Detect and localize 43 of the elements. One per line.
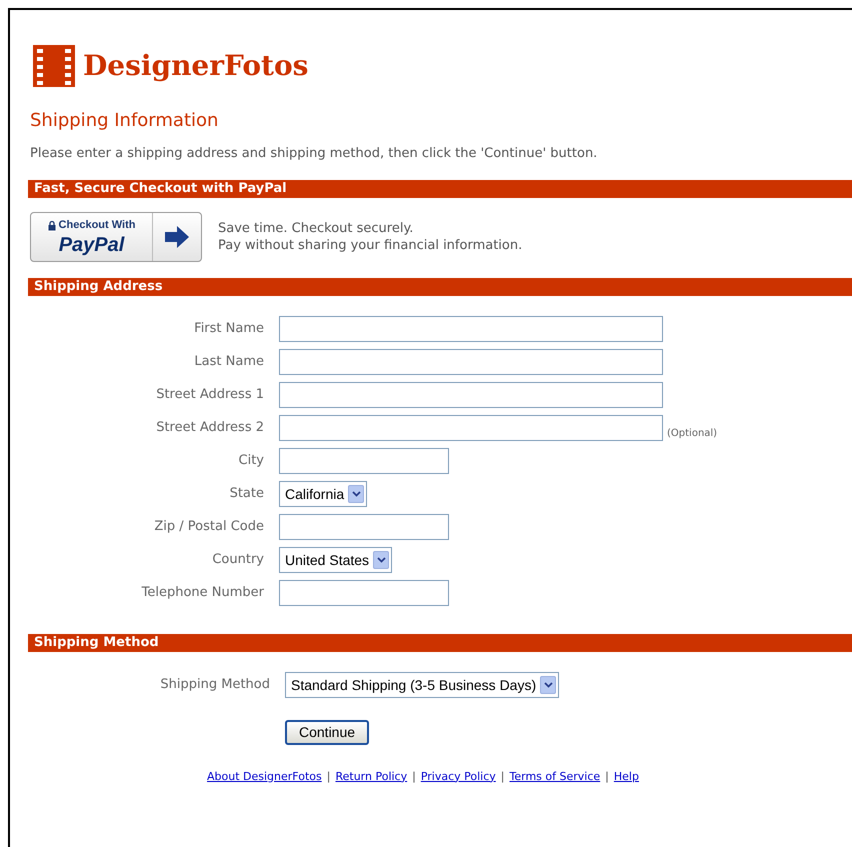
brand-logo: DesignerFotos xyxy=(83,48,308,84)
section-header: Fast, Secure Checkout with PayPal xyxy=(28,180,852,198)
footer-link[interactable]: Return Policy xyxy=(335,768,408,785)
dropdown-select[interactable]: Standard Shipping (3-5 Business Days) xyxy=(285,672,560,698)
footer-link[interactable]: Terms of Service xyxy=(510,768,600,785)
page-heading: Shipping Information xyxy=(30,109,220,133)
link-separator: | xyxy=(412,768,416,785)
paypal-benefit-text: Pay without sharing your financial information. xyxy=(218,236,522,254)
link-separator: | xyxy=(326,768,330,785)
intro-text: Please enter a shipping address and shipping method, then click the 'Continue' button. xyxy=(30,145,598,163)
field-label: Country xyxy=(212,551,264,570)
text-field[interactable] xyxy=(279,382,663,408)
field-label: Telephone Number xyxy=(142,584,264,602)
footer-link[interactable]: About DesignerFotos xyxy=(207,768,322,785)
text-field[interactable] xyxy=(279,415,663,441)
field-label: City xyxy=(238,452,264,470)
text-field[interactable] xyxy=(279,448,449,474)
continue-button[interactable]: Continue xyxy=(285,720,370,744)
paypal-checkout-button[interactable]: Checkout With PayPal xyxy=(30,212,202,262)
dropdown-select[interactable]: United States xyxy=(279,547,392,573)
footer-link[interactable]: Help xyxy=(614,768,639,785)
link-separator: | xyxy=(500,768,505,785)
field-label: Zip / Postal Code xyxy=(154,518,264,536)
section-header: Shipping Method xyxy=(28,634,852,652)
field-label: Street Address 1 xyxy=(156,386,264,404)
optional-note: (Optional) xyxy=(667,426,718,440)
film-stamp-logo-icon xyxy=(31,43,77,89)
field-label: Street Address 2 xyxy=(156,419,264,438)
text-field[interactable] xyxy=(279,316,663,342)
field-label: Last Name xyxy=(194,353,264,372)
text-field[interactable] xyxy=(279,514,449,540)
paypal-benefit-text: Save time. Checkout securely. xyxy=(218,220,414,236)
field-label: State xyxy=(230,485,264,504)
dropdown-select[interactable]: California xyxy=(279,481,368,507)
footer-link[interactable]: Privacy Policy xyxy=(420,768,496,785)
lock-icon xyxy=(48,220,56,230)
section-header: Shipping Address xyxy=(28,278,852,296)
arrow-right-icon xyxy=(164,224,190,248)
text-field[interactable] xyxy=(279,349,663,375)
field-label: Shipping Method xyxy=(160,676,270,694)
text-field[interactable] xyxy=(279,580,449,606)
field-label: First Name xyxy=(194,320,264,338)
link-separator: | xyxy=(605,768,609,785)
